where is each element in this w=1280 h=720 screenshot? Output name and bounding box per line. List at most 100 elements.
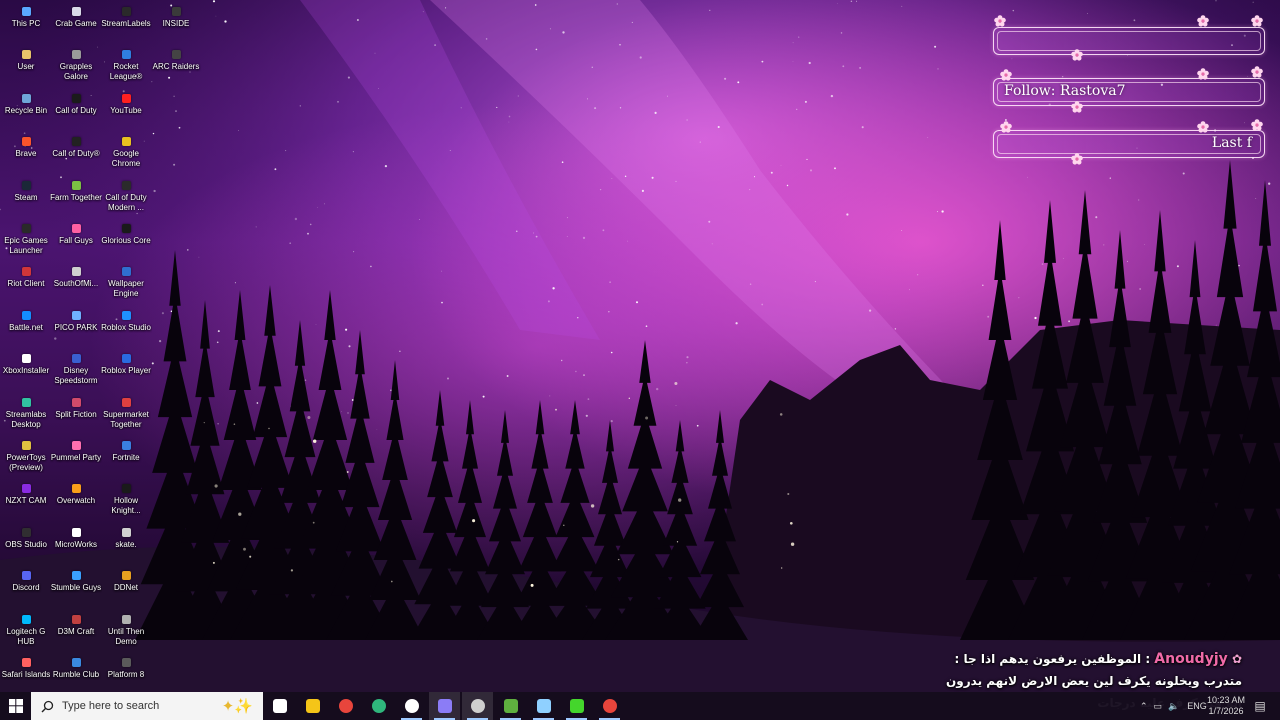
app-icon xyxy=(21,397,31,407)
desktop-icon[interactable]: Recycle Bin xyxy=(0,89,52,131)
taskbar-app-obs[interactable] xyxy=(462,692,493,720)
desktop-icon[interactable]: Discord xyxy=(0,566,52,608)
taskbar-app-edge[interactable] xyxy=(363,692,394,720)
notification-center-icon[interactable]: ▤ xyxy=(1250,692,1270,720)
taskbar-app-steam[interactable] xyxy=(396,692,427,720)
desktop-icon-label: D3M Craft xyxy=(57,626,95,636)
taskbar-app-task-view[interactable] xyxy=(264,692,295,720)
tray-overflow-icon[interactable]: ⌃ xyxy=(1140,701,1148,712)
desktop-icon-label: Call of Duty Modern ... xyxy=(105,192,147,212)
desktop-icon[interactable]: Stumble Guys xyxy=(50,566,102,608)
app-icon xyxy=(21,7,31,16)
desktop-icon[interactable]: Battle.net xyxy=(0,306,52,348)
taskbar-app-discord[interactable] xyxy=(429,692,460,720)
start-button[interactable] xyxy=(0,692,31,720)
desktop-icon-label: PICO PARK xyxy=(54,322,98,332)
search-input[interactable] xyxy=(60,699,214,713)
desktop-icon[interactable]: Call of Duty® xyxy=(50,132,102,174)
desktop-icon-label: Brave xyxy=(15,149,37,159)
desktop-icon[interactable]: Farm Together xyxy=(50,176,102,218)
desktop-icon[interactable]: Glorious Core xyxy=(100,219,152,261)
desktop-icon[interactable]: Epic Games Launcher xyxy=(0,219,52,261)
desktop-icon-label: Wallpaper Engine xyxy=(108,279,144,299)
minecraft-icon xyxy=(503,699,518,713)
desktop-icon[interactable]: Call of Duty xyxy=(50,89,102,131)
desktop-icon[interactable]: Logitech G HUB xyxy=(0,610,52,652)
volume-icon[interactable]: 🔈 xyxy=(1168,701,1179,712)
desktop-icon[interactable]: Hollow Knight... xyxy=(100,479,152,521)
taskbar-app-cube-app[interactable] xyxy=(528,692,559,720)
desktop-icon[interactable]: User xyxy=(0,45,52,87)
app-icon xyxy=(21,93,31,103)
desktop-icon[interactable]: Crab Game xyxy=(50,2,102,44)
taskbar-app-chrome[interactable] xyxy=(330,692,361,720)
desktop-icon[interactable]: Until Then Demo xyxy=(100,610,152,652)
desktop-icon[interactable]: This PC xyxy=(0,2,52,44)
task-view-icon xyxy=(272,699,287,713)
desktop-icon[interactable]: Roblox Player xyxy=(100,349,152,391)
desktop-icon[interactable]: Call of Duty Modern ... xyxy=(100,176,152,218)
desktop-icon[interactable]: PowerToys (Preview) xyxy=(0,436,52,478)
desktop-icon[interactable]: Roblox Studio xyxy=(100,306,152,348)
desktop-icon-label: Hollow Knight... xyxy=(111,496,141,516)
chrome-profile-icon xyxy=(602,699,617,713)
desktop-icon-label: Split Fiction xyxy=(55,409,97,419)
desktop-icon[interactable]: Platform 8 xyxy=(100,653,152,695)
desktop-icon[interactable]: Split Fiction xyxy=(50,393,102,435)
desktop-icon[interactable]: Google Chrome xyxy=(100,132,152,174)
flower-icon xyxy=(1251,118,1263,131)
desktop-icon[interactable]: D3M Craft xyxy=(50,610,102,652)
desktop-icon-label: Recycle Bin xyxy=(4,105,48,115)
desktop-icon[interactable]: Overwatch xyxy=(50,479,102,521)
desktop-icon[interactable]: Steam xyxy=(0,176,52,218)
app-icon xyxy=(21,614,31,624)
clock[interactable]: 10:23 AM 1/7/2026 xyxy=(1204,692,1248,720)
desktop-icon[interactable]: Rumble Club xyxy=(50,653,102,695)
desktop-icon[interactable]: Pummel Party xyxy=(50,436,102,478)
chat-badge-icon: ✿ xyxy=(1227,652,1242,666)
taskbar-search[interactable]: ✦✨ xyxy=(31,692,263,720)
desktop-icon[interactable]: Disney Speedstorm xyxy=(50,349,102,391)
desktop-icon[interactable]: DDNet xyxy=(100,566,152,608)
app-icon xyxy=(71,93,81,103)
desktop-icon[interactable]: SouthOfMi... xyxy=(50,262,102,304)
desktop-icon[interactable]: MicroWorks xyxy=(50,523,102,565)
desktop-icon[interactable]: XboxInstaller xyxy=(0,349,52,391)
desktop-icon[interactable]: Safari Islands xyxy=(0,653,52,695)
desktop-icon[interactable]: StreamLabels xyxy=(100,2,152,44)
file-explorer-icon xyxy=(305,699,320,713)
taskbar-app-chrome-profile[interactable] xyxy=(594,692,625,720)
desktop-icon[interactable]: Streamlabs Desktop xyxy=(0,393,52,435)
app-icon xyxy=(71,397,81,407)
desktop-icon-label: XboxInstaller xyxy=(2,366,50,376)
taskbar-app-minecraft[interactable] xyxy=(495,692,526,720)
app-icon xyxy=(71,267,81,277)
app-icon xyxy=(121,527,131,537)
taskbar-app-file-explorer[interactable] xyxy=(297,692,328,720)
desktop-icon-label: Google Chrome xyxy=(111,149,141,169)
desktop-icon[interactable]: Fall Guys xyxy=(50,219,102,261)
desktop-icon[interactable]: Riot Client xyxy=(0,262,52,304)
desktop-icon[interactable]: PICO PARK xyxy=(50,306,102,348)
desktop-icon[interactable]: ARC Raiders xyxy=(150,45,202,87)
desktop-icon[interactable]: Grapples Galore xyxy=(50,45,102,87)
desktop-icon-label: SouthOfMi... xyxy=(53,279,99,289)
taskbar-app-razer[interactable] xyxy=(561,692,592,720)
desktop-icon[interactable]: YouTube xyxy=(100,89,152,131)
desktop-icon[interactable]: NZXT CAM xyxy=(0,479,52,521)
desktop-icon[interactable]: Fortnite xyxy=(100,436,152,478)
search-highlights-icon[interactable]: ✦✨ xyxy=(222,697,253,715)
desktop-icon[interactable]: OBS Studio xyxy=(0,523,52,565)
desktop-icon-label: Grapples Galore xyxy=(59,62,93,82)
network-icon[interactable]: ▭ xyxy=(1154,701,1163,712)
desktop-icon[interactable]: Wallpaper Engine xyxy=(100,262,152,304)
desktop-icon-label: Rocket League® xyxy=(109,62,143,82)
desktop-icon[interactable]: skate. xyxy=(100,523,152,565)
desktop-icon[interactable]: Brave xyxy=(0,132,52,174)
desktop-icon[interactable]: INSIDE xyxy=(150,2,202,44)
desktop-icon[interactable]: Rocket League® xyxy=(100,45,152,87)
chat-username: Anoudyjy xyxy=(1154,651,1228,667)
app-icon xyxy=(21,267,31,277)
app-icon xyxy=(71,441,81,450)
desktop-icon[interactable]: Supermarket Together xyxy=(100,393,152,435)
